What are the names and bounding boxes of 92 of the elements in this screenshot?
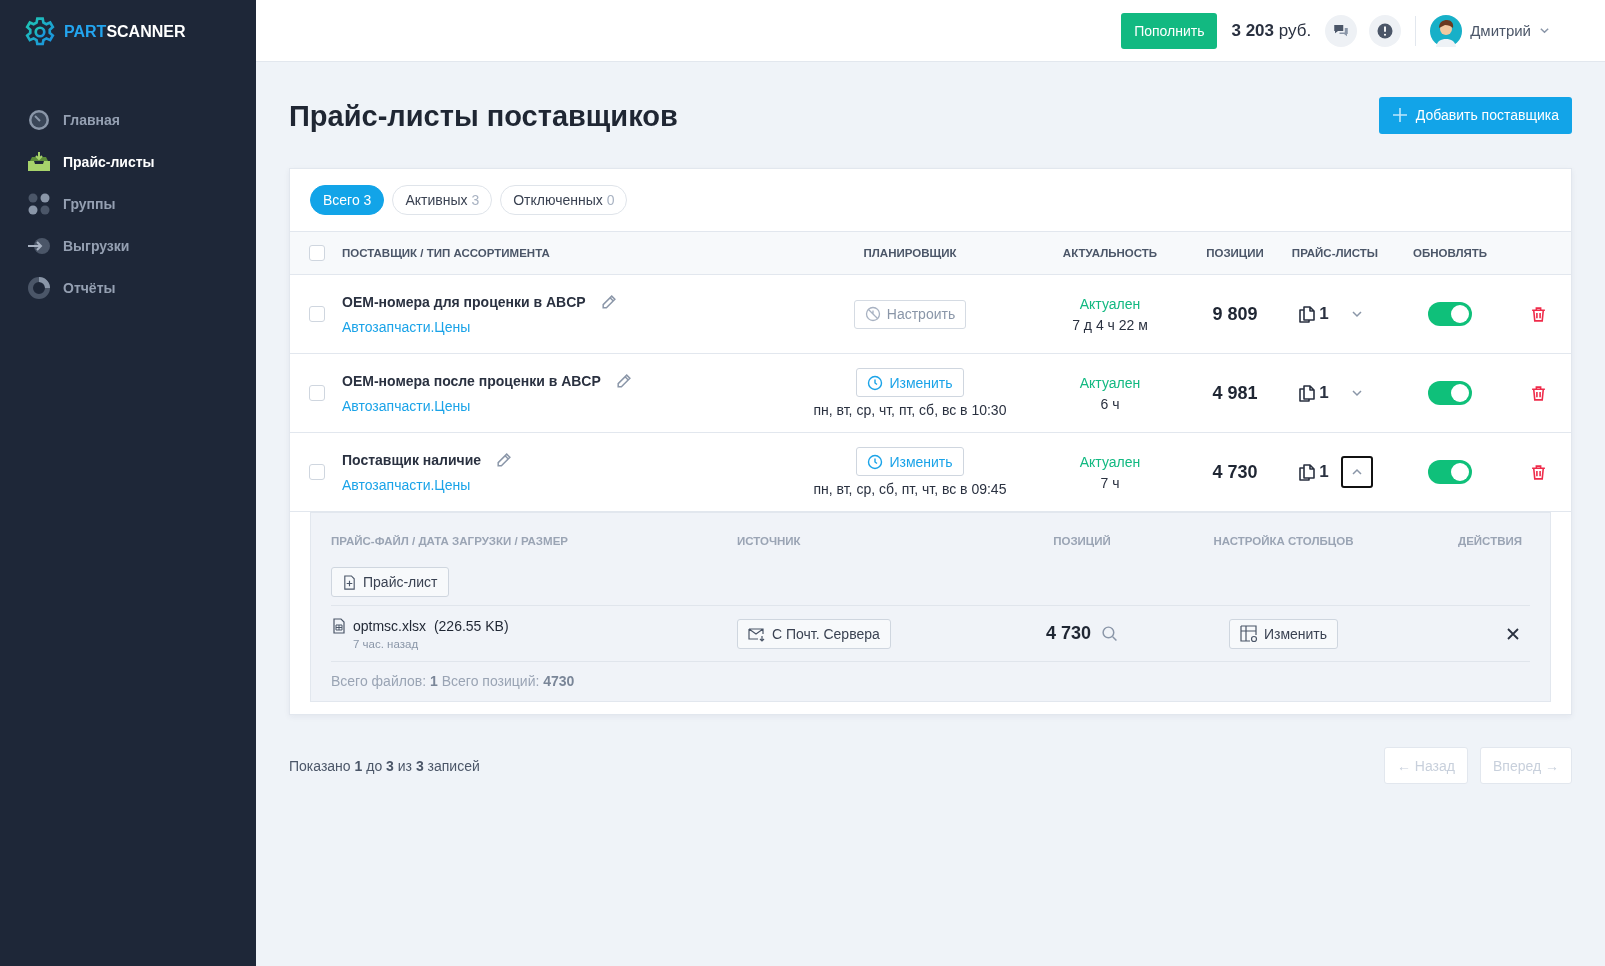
column-header: ПОЗИЦИИ bbox=[1205, 247, 1265, 259]
mail-icon bbox=[748, 625, 766, 642]
balance-text: 3 203 руб. bbox=[1231, 20, 1312, 41]
nav-item[interactable]: Выгрузки bbox=[27, 234, 256, 258]
close-icon[interactable] bbox=[1506, 626, 1520, 641]
column-header: ПОСТАВЩИК / ТИП АССОРТИМЕНТА bbox=[342, 247, 551, 259]
alert-button[interactable] bbox=[1369, 14, 1402, 47]
nav-item[interactable]: Главная bbox=[27, 108, 256, 132]
supplier-name: OEM-номера для проценки в ABCP bbox=[342, 294, 586, 310]
positions-count: 9 809 bbox=[1211, 303, 1259, 325]
clock-icon bbox=[867, 453, 884, 470]
files-summary: Всего файлов: 1 Всего позиций: 4730 bbox=[331, 672, 576, 689]
assortment-link[interactable]: Автозапчасти.Цены bbox=[342, 397, 795, 414]
age-text: 7 д 4 ч 22 м bbox=[1072, 316, 1148, 333]
status-text: Актуален bbox=[1079, 374, 1141, 391]
filter-tab[interactable]: Активных 3 bbox=[392, 185, 493, 215]
gauge-icon bbox=[27, 108, 51, 132]
positions-count: 4 730 bbox=[1211, 461, 1259, 483]
copy-file-icon bbox=[1297, 383, 1318, 403]
chat-button[interactable] bbox=[1325, 14, 1358, 47]
status-text: Актуален bbox=[1079, 295, 1141, 312]
plus-icon bbox=[1391, 107, 1408, 123]
chevron-down-icon bbox=[1350, 308, 1363, 320]
column-header: АКТУАЛЬНОСТЬ bbox=[1061, 247, 1159, 259]
update-toggle[interactable] bbox=[1428, 381, 1472, 405]
exclamation-icon bbox=[1376, 21, 1395, 40]
upload-time: 7 час. назад bbox=[353, 637, 420, 650]
source-button[interactable]: С Почт. Сервера bbox=[737, 618, 891, 649]
pricelists-count: 1 bbox=[1319, 462, 1329, 482]
spreadsheet-file-icon bbox=[331, 617, 347, 634]
column-header: ИСТОЧНИК bbox=[737, 535, 802, 547]
column-header: НАСТРОЙКА СТОЛБЦОВ bbox=[1212, 535, 1355, 547]
trash-icon[interactable] bbox=[1529, 384, 1547, 402]
positions-count: 4 730 bbox=[1045, 623, 1091, 644]
select-all-checkbox[interactable] bbox=[309, 245, 325, 261]
schedule-edit-button[interactable]: Изменить bbox=[856, 447, 964, 476]
assortment-link[interactable]: Автозапчасти.Цены bbox=[342, 318, 795, 335]
column-header: ПОЗИЦИЙ bbox=[1052, 535, 1112, 547]
pencil-icon[interactable] bbox=[614, 372, 632, 390]
configure-button[interactable]: Настроить bbox=[853, 299, 967, 329]
nav-item[interactable]: Отчёты bbox=[27, 276, 256, 300]
avatar-icon bbox=[1430, 14, 1463, 47]
positions-count: 4 981 bbox=[1211, 382, 1259, 404]
pencil-icon[interactable] bbox=[495, 451, 513, 469]
age-text: 6 ч bbox=[1100, 395, 1120, 412]
schedule-edit-button[interactable]: Изменить bbox=[856, 368, 964, 397]
pencil-icon[interactable] bbox=[599, 293, 617, 311]
pricelists-count: 1 bbox=[1319, 383, 1329, 403]
crossed-clock-icon bbox=[864, 306, 881, 322]
assortment-link[interactable]: Автозапчасти.Цены bbox=[342, 476, 795, 493]
row-checkbox[interactable] bbox=[309, 306, 325, 322]
trash-icon[interactable] bbox=[1529, 305, 1547, 323]
column-header: ПРАЙС-ЛИСТЫ bbox=[1290, 247, 1380, 259]
nav-item[interactable]: Группы bbox=[27, 192, 256, 216]
add-pricelist-button[interactable]: Прайс-лист bbox=[331, 567, 449, 597]
file-name: optmsc.xlsx (226.55 KB) bbox=[353, 617, 509, 634]
inbox-icon bbox=[27, 150, 51, 174]
row-checkbox[interactable] bbox=[309, 464, 325, 480]
update-toggle[interactable] bbox=[1428, 460, 1472, 484]
chevron-down-icon bbox=[1350, 387, 1363, 399]
column-header: ПРАЙС-ФАЙЛ / ДАТА ЗАГРУЗКИ / РАЗМЕР bbox=[331, 535, 569, 547]
search-icon[interactable] bbox=[1101, 625, 1118, 642]
dots-icon bbox=[27, 192, 51, 216]
page-title: Прайс-листы поставщиков bbox=[289, 98, 678, 133]
file-plus-icon bbox=[342, 574, 357, 590]
chevron-down-icon bbox=[1539, 25, 1550, 36]
expand-toggle[interactable] bbox=[1340, 456, 1373, 488]
status-text: Актуален bbox=[1079, 453, 1141, 470]
row-checkbox[interactable] bbox=[309, 385, 325, 401]
user-menu[interactable]: Дмитрий bbox=[1430, 14, 1550, 47]
pricelists-count: 1 bbox=[1319, 304, 1329, 324]
column-header: ПЛАНИРОВЩИК bbox=[862, 247, 958, 259]
schedule-text: пн, вт, ср, сб, пт, чт, вс в 09:45 bbox=[813, 481, 1007, 497]
filter-tab[interactable]: Отключенных 0 bbox=[500, 185, 628, 215]
column-header: ДЕЙСТВИЯ bbox=[1457, 535, 1523, 547]
supplier-name: OEM-номера после проценки в ABCP bbox=[342, 373, 601, 389]
trash-icon[interactable] bbox=[1529, 463, 1547, 481]
brand-name: PARTSCANNER bbox=[64, 23, 186, 41]
update-toggle[interactable] bbox=[1428, 302, 1472, 326]
table-settings-icon bbox=[1239, 624, 1258, 643]
nav-item[interactable]: Прайс-листы bbox=[27, 150, 256, 174]
pie-chart-icon bbox=[27, 276, 51, 300]
column-settings-button[interactable]: Изменить bbox=[1228, 618, 1339, 649]
gear-logo-icon bbox=[24, 16, 56, 48]
copy-file-icon bbox=[1297, 304, 1318, 324]
copy-file-icon bbox=[1297, 462, 1318, 482]
records-info: Показано 1 до 3 из 3 записей bbox=[289, 757, 480, 774]
schedule-text: пн, вт, ср, чт, пт, сб, вс в 10:30 bbox=[813, 402, 1007, 418]
age-text: 7 ч bbox=[1100, 474, 1120, 491]
column-header: ОБНОВЛЯТЬ bbox=[1411, 247, 1489, 259]
clock-icon bbox=[867, 374, 884, 391]
supplier-name: Поставщик наличие bbox=[342, 452, 482, 468]
